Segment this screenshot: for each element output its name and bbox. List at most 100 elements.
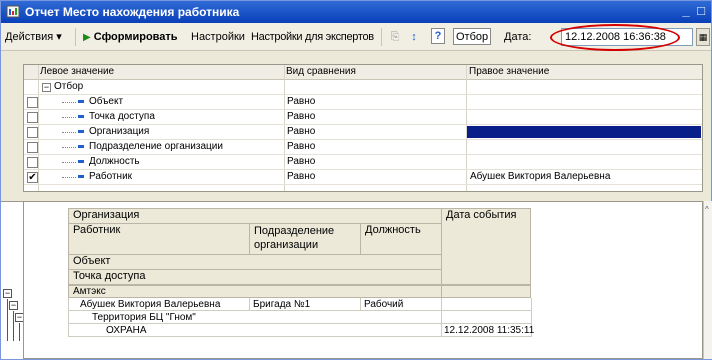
column-divider (249, 298, 250, 310)
settings-button[interactable]: Настройки (191, 29, 245, 45)
filter-left-value: Должность (89, 156, 140, 167)
date-label: Дата: (504, 31, 532, 43)
filter-row[interactable]: Организация Равно (24, 125, 702, 140)
filter-row[interactable]: ✔ Работник Равно Абушек Виктория Валерье… (24, 170, 702, 185)
scroll-up-icon[interactable]: ^ (705, 205, 709, 214)
row-access-point[interactable]: ОХРАНА (106, 325, 147, 336)
filter-left-value: Организация (89, 126, 150, 137)
calendar-icon[interactable]: ▦ (696, 28, 710, 46)
minimize-button[interactable]: _ (679, 3, 693, 19)
header-object: Объект (68, 254, 442, 270)
pointer-help-icon[interactable]: ↕ (406, 28, 422, 46)
filter-left-value: Объект (89, 96, 124, 107)
filter-comparison[interactable]: Равно (287, 171, 315, 182)
row-divider (68, 323, 532, 324)
copy-icon[interactable]: ⎘ (387, 28, 403, 46)
row-object[interactable]: Территория БЦ "Гном" (92, 312, 196, 323)
header-position: Должность (360, 223, 442, 255)
column-comparison: Вид сравнения (286, 66, 356, 77)
filter-left-value: Работник (89, 171, 133, 182)
vertical-scrollbar[interactable]: ^ (703, 201, 712, 359)
filter-row[interactable]: Должность Равно (24, 155, 702, 170)
collapse-icon[interactable]: − (3, 289, 12, 298)
row-divider (68, 336, 532, 337)
tree-line (62, 177, 76, 178)
row-organization[interactable]: Амтэкс (68, 285, 442, 298)
filter-row[interactable]: Объект Равно (24, 95, 702, 110)
filter-header: Левое значение Вид сравнения Правое знач… (24, 65, 702, 80)
filter-right-value[interactable]: Абушек Виктория Валерьевна (470, 171, 610, 182)
row-department: Бригада №1 (253, 299, 311, 310)
report-output: Организация Работник Подразделение орган… (23, 201, 703, 359)
row-position: Рабочий (364, 299, 404, 310)
column-divider (68, 298, 69, 336)
filter-left-value: Подразделение организации (89, 141, 223, 152)
filter-row[interactable]: Подразделение организации Равно (24, 140, 702, 155)
filter-group-label: Отбор (54, 81, 84, 92)
tree-line (62, 117, 76, 118)
expert-settings-button[interactable]: Настройки для экспертов (251, 29, 374, 45)
toolbar: Действия ▾ ▶ Сформировать Настройки Наст… (1, 23, 711, 51)
generate-label: Сформировать (93, 31, 178, 43)
toolbar-separator (381, 28, 382, 46)
maximize-button[interactable]: □ (694, 3, 708, 19)
filter-checkbox[interactable] (27, 97, 38, 108)
tree-line (62, 132, 76, 133)
collapse-icon[interactable]: − (42, 83, 51, 92)
row-employee[interactable]: Абушек Виктория Валерьевна (80, 299, 220, 310)
help-button[interactable]: ? (431, 28, 445, 44)
filter-checkbox[interactable] (27, 157, 38, 168)
filter-checkbox[interactable] (27, 127, 38, 138)
field-icon (78, 115, 84, 118)
column-divider (360, 298, 361, 310)
header-department: Подразделение организации (249, 223, 361, 255)
filter-comparison[interactable]: Равно (287, 156, 315, 167)
header-employee: Работник (68, 223, 250, 255)
filter-comparison[interactable]: Равно (287, 126, 315, 137)
grouping-gutter: − − − (1, 201, 24, 359)
filter-checkbox-checked[interactable]: ✔ (27, 172, 38, 183)
dropdown-arrow-icon: ▾ (56, 31, 62, 43)
collapse-icon[interactable]: − (9, 301, 18, 310)
field-icon (78, 175, 84, 178)
column-right-value: Правое значение (469, 66, 550, 77)
column-left-value: Левое значение (40, 66, 115, 77)
annotation-oval (550, 24, 680, 51)
tree-line (62, 162, 76, 163)
report-window: Отчет Место нахождения работника _ □ Дей… (0, 0, 712, 360)
filter-comparison[interactable]: Равно (287, 141, 315, 152)
actions-menu[interactable]: Действия ▾ (5, 29, 62, 45)
row-organization-date (441, 285, 531, 298)
toolbar-separator (75, 28, 76, 46)
header-access-point: Точка доступа (68, 269, 442, 285)
filter-checkbox[interactable] (27, 142, 38, 153)
filter-comparison[interactable]: Равно (287, 96, 315, 107)
generate-button[interactable]: ▶ Сформировать (83, 29, 178, 45)
actions-label: Действия (5, 31, 54, 43)
filter-group-row[interactable]: − Отбор (24, 80, 702, 95)
title-bar: Отчет Место нахождения работника _ □ (1, 1, 711, 23)
filter-table: Левое значение Вид сравнения Правое знач… (23, 64, 703, 192)
group-line (13, 311, 14, 341)
row-divider (68, 310, 532, 311)
report-icon (6, 5, 20, 18)
filter-checkbox[interactable] (27, 112, 38, 123)
field-icon (78, 100, 84, 103)
group-line (19, 323, 20, 341)
filter-left-value: Точка доступа (89, 111, 155, 122)
filter-button[interactable]: Отбор (453, 28, 492, 45)
header-organization: Организация (68, 208, 442, 224)
row-event-date: 12.12.2008 11:35:11 (444, 325, 535, 336)
tree-line (62, 102, 76, 103)
group-line (7, 299, 8, 341)
window-title: Отчет Место нахождения работника (25, 5, 240, 19)
field-icon (78, 160, 84, 163)
play-icon: ▶ (83, 32, 91, 43)
column-divider (441, 298, 442, 336)
filter-row[interactable]: Точка доступа Равно (24, 110, 702, 125)
filter-comparison[interactable]: Равно (287, 111, 315, 122)
tree-line (62, 147, 76, 148)
selected-right-value[interactable] (467, 126, 701, 138)
header-event-date: Дата события (441, 208, 531, 285)
field-icon (78, 130, 84, 133)
